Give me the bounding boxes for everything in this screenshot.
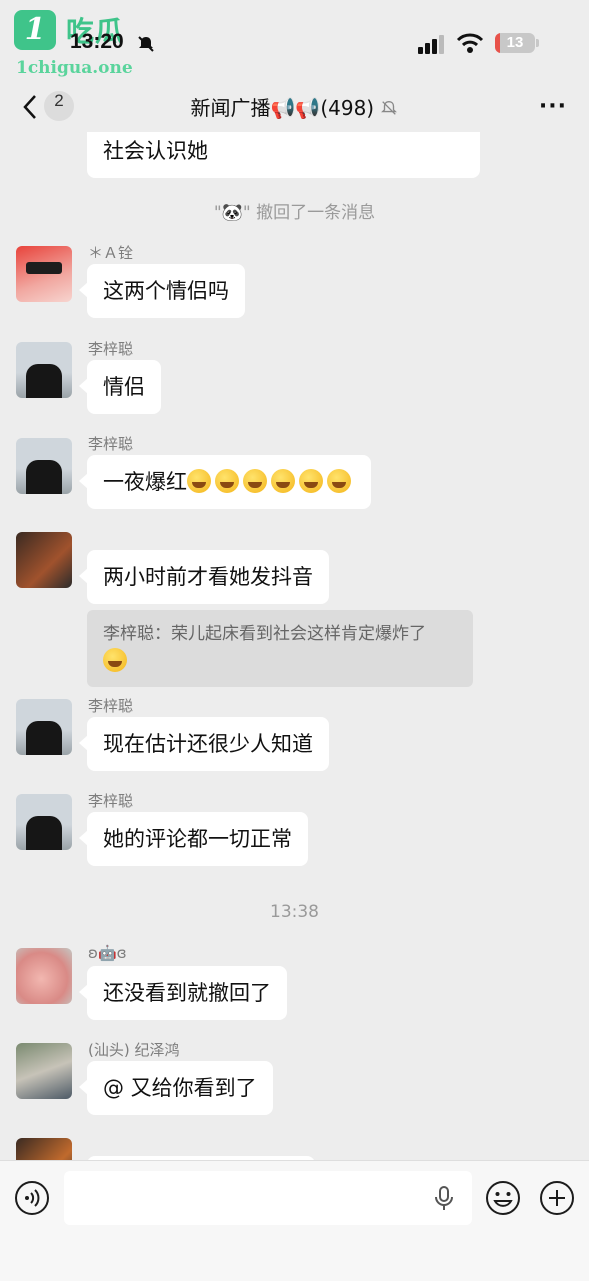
emoji-icon[interactable] [485,1180,521,1216]
more-options-button[interactable]: ··· [539,94,567,119]
message-text: @ 又给你看到了 [103,1076,257,1100]
avatar[interactable] [16,532,72,588]
watermark-logo: 1 [14,10,56,50]
avatar[interactable] [16,342,72,398]
sender-name: 李梓聪 [88,340,134,358]
laugh-cry-emoji-icon [299,469,323,493]
message-text: 她的评论都一切正常 [103,827,292,851]
avatar[interactable] [16,794,72,850]
message-text: 两小时前才看她发抖音 [103,565,313,589]
message-bubble[interactable]: 社会认识她 [87,132,480,178]
battery-indicator: 13 [495,33,535,53]
quoted-reply[interactable]: 李梓聪：荣儿起床看到社会这样肯定爆炸了 [87,610,473,687]
laugh-cry-emoji-icon [243,469,267,493]
laugh-cry-emoji-icon [215,469,239,493]
sender-name: 李梓聪 [88,792,134,810]
sender-name: ＊Ａ铨 [88,244,134,262]
message-bubble[interactable]: 情侣 [79,360,161,414]
status-bar: 1 吃瓜 13:20 1chigua.one 13 [0,0,589,88]
battery-tip [536,39,539,47]
message-text: 社会认识她 [103,139,208,163]
avatar[interactable] [16,1043,72,1099]
avatar[interactable] [16,1138,72,1160]
laugh-cry-emoji-icon [103,648,127,672]
message-bubble[interactable]: 还没看到就撤回了 [79,966,287,1020]
message-bubble[interactable]: 现在估计还很少人知道 [79,717,329,771]
voice-input-icon[interactable] [14,1180,50,1216]
input-bar [0,1160,589,1281]
sender-name: 李梓聪 [88,435,134,453]
microphone-icon[interactable] [434,1186,454,1212]
chat-title-text: 新闻广播📢📢(498) [190,96,375,120]
message-text: 还没看到就撤回了 [103,981,271,1005]
sender-name: 李梓聪 [88,697,134,715]
wifi-icon [456,33,484,53]
message-text: 这两个情侣吗 [103,279,229,303]
signal-icon [418,35,444,54]
message-input[interactable] [64,1171,472,1225]
quote-text: 李梓聪：荣儿起床看到社会这样肯定爆炸了 [103,624,426,644]
message-text: 情侣 [103,375,145,399]
time-divider: 13:38 [270,902,319,922]
avatar[interactable] [16,948,72,1004]
message-bubble[interactable]: 这两个情侣吗 [79,264,245,318]
chat-header: 2 新闻广播📢📢(498) ··· [0,84,589,130]
avatar[interactable] [16,438,72,494]
laugh-cry-emoji-icon [271,469,295,493]
chat-title[interactable]: 新闻广播📢📢(498) [0,92,589,121]
add-plus-icon[interactable] [539,1180,575,1216]
message-bubble[interactable]: @ 又给你看到了 [79,1061,273,1115]
muted-bell-icon [381,101,398,115]
message-list[interactable]: 社会认识她 "🐼" 撤回了一条消息 ＊Ａ铨 这两个情侣吗 李梓聪 情侣 李梓聪 … [0,132,589,1160]
watermark-site: 1chigua.one [16,58,133,78]
laugh-cry-emoji-icon [327,469,351,493]
sender-name: (汕头) 纪泽鸿 [88,1041,180,1059]
battery-level: 13 [506,34,524,51]
message-bubble[interactable]: 一夜爆红 [79,455,371,509]
laugh-cry-emoji-icon [187,469,211,493]
message-bubble[interactable]: 两小时前才看她发抖音 [79,550,329,604]
sender-name: ʚ🤖ɞ [88,944,127,962]
message-text: 现在估计还很少人知道 [103,732,313,756]
avatar[interactable] [16,246,72,302]
recall-notice: "🐼" 撤回了一条消息 [213,203,376,223]
message-text: 一夜爆红 [103,470,187,494]
status-time: 13:20 [70,30,124,53]
message-bubble[interactable]: 她的评论都一切正常 [79,812,308,866]
avatar[interactable] [16,699,72,755]
mute-icon [138,36,154,52]
